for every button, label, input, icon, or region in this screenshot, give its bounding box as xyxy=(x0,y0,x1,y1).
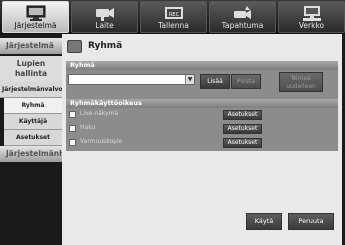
search-settings-button[interactable]: Asetukset xyxy=(223,124,262,134)
main-panel: Ryhmä Ryhmä ▼ Lisää Poista Nimeä uudelle… xyxy=(62,34,342,245)
backup-checkbox[interactable] xyxy=(69,139,76,146)
tab-jarjestelma[interactable]: Järjestelmä xyxy=(2,1,69,33)
monitor-icon xyxy=(26,5,46,21)
sidebar-item-ryhma[interactable]: Ryhmä xyxy=(4,98,62,114)
cancel-button[interactable]: Peruuta xyxy=(288,213,334,230)
tab-label: Tapahtuma xyxy=(221,21,264,30)
group-section-header: Ryhmä xyxy=(66,61,338,70)
live-view-checkbox[interactable] xyxy=(69,111,76,118)
permission-label: Live-näkymä xyxy=(80,110,119,117)
sidebar-item-kayttaja[interactable]: Käyttäjä xyxy=(4,114,62,130)
sidebar-item-jarjestelmanvalvoja[interactable]: Järjestelmänvalvoja xyxy=(0,82,69,98)
rec-icon: REC xyxy=(165,7,183,19)
group-select[interactable]: ▼ xyxy=(68,74,195,85)
group-icon xyxy=(67,40,82,53)
delete-button[interactable]: Poista xyxy=(231,74,261,89)
tab-tapahtuma[interactable]: Tapahtuma xyxy=(209,1,276,33)
tab-label: Järjestelmä xyxy=(14,21,57,30)
chevron-down-icon[interactable]: ▼ xyxy=(185,75,194,84)
permission-row: Haku Asetukset xyxy=(66,123,338,134)
permission-label: Haku xyxy=(80,124,96,131)
live-view-settings-button[interactable]: Asetukset xyxy=(223,110,262,120)
svg-text:REC: REC xyxy=(169,12,180,18)
permission-label: Varmuuskopio xyxy=(80,138,123,145)
sidebar-item-asetukset[interactable]: Asetukset xyxy=(4,130,62,146)
tab-tallenna[interactable]: REC Tallenna xyxy=(140,1,207,33)
sidebar-item-lupien-hallinta[interactable]: Lupien hallinta xyxy=(0,56,62,82)
sidebar: Järjestelmä Lupien hallinta Järjestelmän… xyxy=(0,34,69,245)
page-title: Ryhmä xyxy=(88,41,123,51)
sidebar-section-jarjestelmanhallinta[interactable]: Järjestelmänh xyxy=(0,146,62,162)
apply-button[interactable]: Käytä xyxy=(246,213,282,230)
permission-section-header: Ryhmäkäyttöoikeus xyxy=(66,99,338,108)
tab-verkko[interactable]: Verkko xyxy=(278,1,345,33)
rename-button[interactable]: Nimeä uudelleen xyxy=(279,72,323,92)
top-navigation: Järjestelmä Laite REC Tallenna Tapahtuma xyxy=(0,0,345,34)
camera-icon xyxy=(96,8,114,21)
event-camera-icon xyxy=(234,6,251,19)
network-icon xyxy=(303,6,321,21)
permission-section: Ryhmäkäyttöoikeus Live-näkymä Asetukset … xyxy=(66,99,338,151)
tab-label: Laite xyxy=(95,21,114,30)
tab-label: Tallenna xyxy=(158,21,189,30)
tab-laite[interactable]: Laite xyxy=(71,1,138,33)
add-button[interactable]: Lisää xyxy=(200,74,230,89)
permission-row: Varmuuskopio Asetukset xyxy=(66,137,338,148)
search-checkbox[interactable] xyxy=(69,125,76,132)
backup-settings-button[interactable]: Asetukset xyxy=(223,138,262,148)
tab-label: Verkko xyxy=(298,21,325,30)
permission-row: Live-näkymä Asetukset xyxy=(66,109,338,120)
sidebar-section-jarjestelma[interactable]: Järjestelmä xyxy=(0,38,62,54)
